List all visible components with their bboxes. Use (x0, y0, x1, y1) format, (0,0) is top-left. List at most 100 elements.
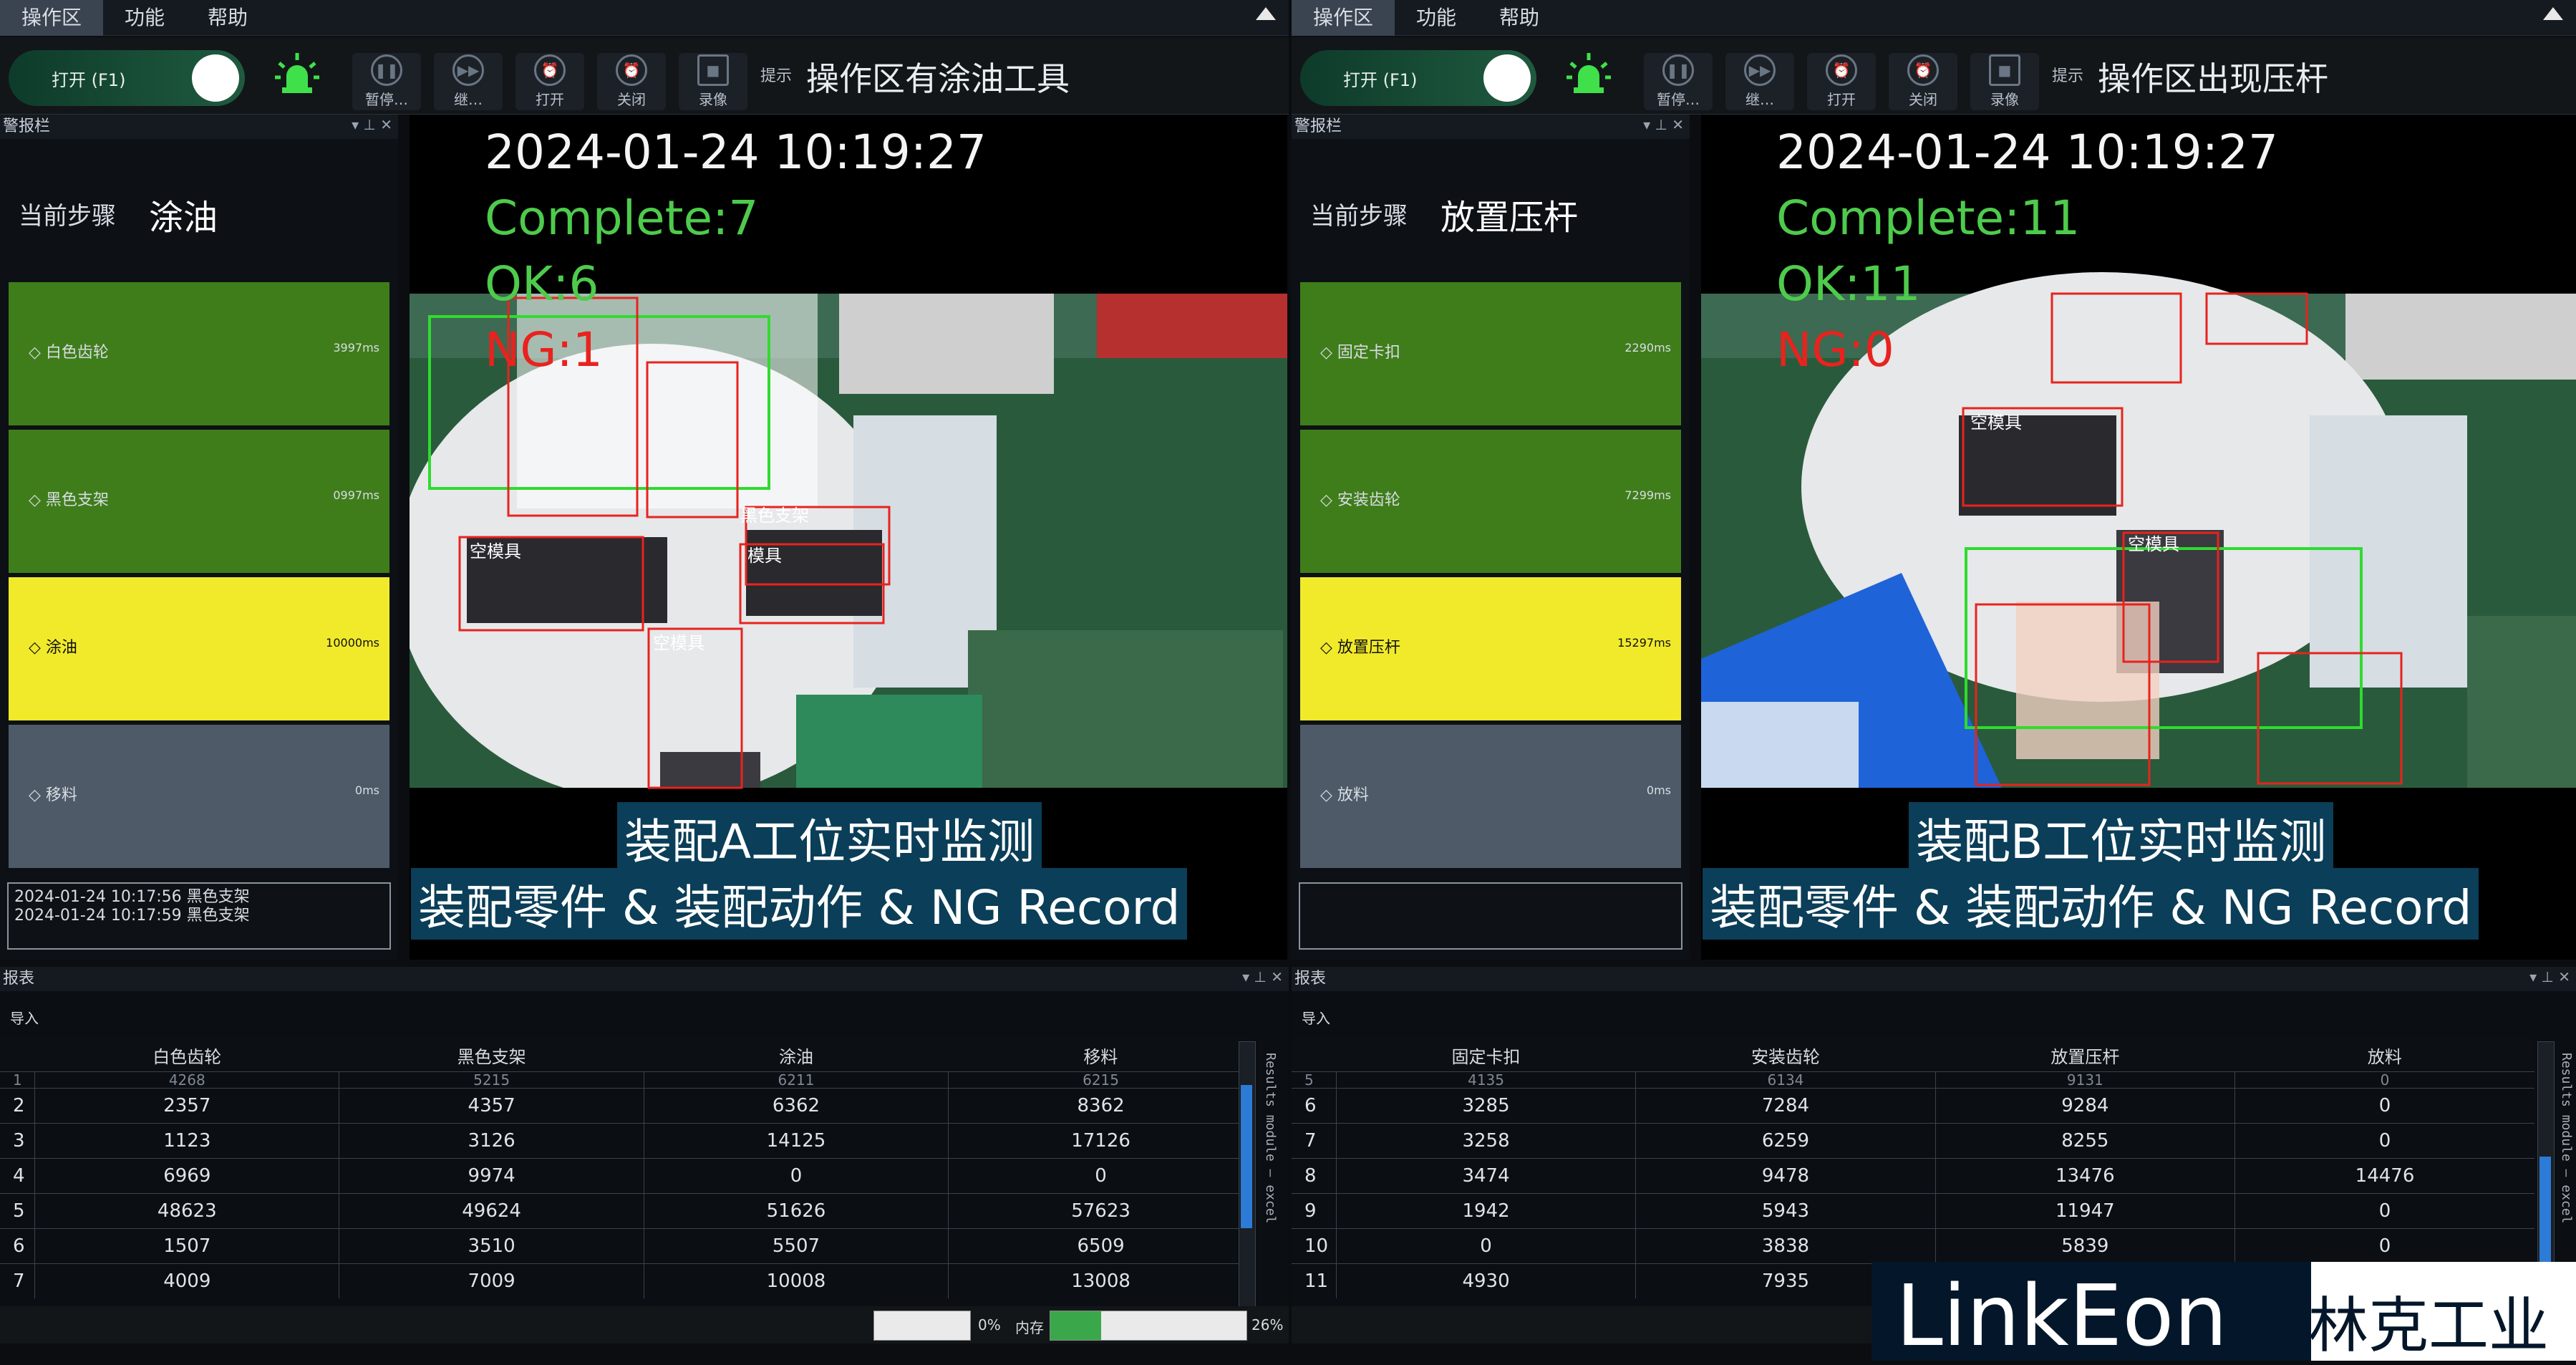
status-bar-a: 0% 内存 26% (0, 1306, 1289, 1344)
menu-function[interactable]: 功能 (103, 0, 186, 36)
table-row[interactable]: 2 2357 4357 6362 8362 (0, 1088, 1253, 1124)
detect-label: 空模具 (2128, 534, 2179, 554)
table-header: 固定卡扣 安装齿轮 放置压杆 放料 (1292, 1038, 2534, 1072)
scrollbar-thumb[interactable] (1241, 1085, 1252, 1228)
overlay-timestamp: 2024-01-24 10:19:27 (1776, 125, 2278, 180)
step-time: 10000ms (326, 636, 379, 650)
table-row[interactable]: 8 3474 9478 13476 14476 (1292, 1158, 2534, 1194)
ng-log[interactable]: 2024-01-24 10:17:56 黑色支架 2024-01-24 10:1… (7, 882, 391, 950)
report-controls[interactable]: ▾ ⊥ ✕ (1242, 968, 1283, 985)
step-name: ◇ 放料 (1320, 786, 1369, 804)
overlay-ok: OK:11 (1776, 256, 1921, 312)
table-row[interactable]: 4 6969 9974 0 0 (0, 1158, 1253, 1194)
step-row: ◇ 黑色支架 0997ms (9, 430, 389, 573)
table-row[interactable]: 6 3285 7284 9284 0 (1292, 1088, 2534, 1124)
step-name: ◇ 黑色支架 (29, 491, 109, 509)
step-name: ◇ 放置压杆 (1320, 639, 1400, 657)
table-row[interactable]: 6 1507 3510 5507 6509 (0, 1228, 1253, 1264)
close-alarm-button[interactable]: ⏰ 关闭 (597, 53, 666, 110)
table-row[interactable]: 5 48623 49624 51626 57623 (0, 1193, 1253, 1229)
alarm-light-icon (1567, 53, 1611, 93)
open-toggle[interactable]: 打开 (F1) (9, 50, 245, 106)
alarm-panel: 警报栏 ▾ ⊥ ✕ 当前步骤 涂油 ◇ 白色齿轮 3997ms ◇ 黑色支架 0… (0, 115, 398, 960)
tips-label: 提示 (760, 67, 793, 85)
menu-help[interactable]: 帮助 (186, 0, 269, 36)
step-name: ◇ 固定卡扣 (1320, 344, 1400, 362)
alarm-panel-controls[interactable]: ▾ ⊥ ✕ (1643, 116, 1684, 133)
current-step-label: 当前步骤 (1310, 202, 1408, 231)
step-row: ◇ 放料 0ms (1300, 725, 1681, 868)
table-row[interactable]: 3 1123 3126 14125 17126 (0, 1123, 1253, 1159)
overlay-ng: NG:1 (485, 322, 603, 377)
table-row[interactable]: 10 0 3838 5839 0 (1292, 1228, 2534, 1264)
fast-forward-icon: ▶▶ (1744, 54, 1776, 86)
detect-label: 模具 (747, 546, 782, 566)
alarm-panel-title: 警报栏 (1292, 115, 1690, 139)
step-row-active: ◇ 放置压杆 15297ms (1300, 577, 1681, 720)
fast-forward-icon: ▶▶ (452, 54, 484, 86)
menu-operation[interactable]: 操作区 (0, 0, 104, 36)
results-module-label: Results module — excel (1263, 1053, 1278, 1224)
logo-text-en: LinkEon (1896, 1266, 2228, 1365)
import-button[interactable]: 导入 (1302, 1007, 1330, 1028)
ng-log[interactable] (1299, 882, 1682, 950)
collapse-up-icon[interactable] (2543, 7, 2563, 20)
continue-button[interactable]: ▶▶ 继… (1725, 53, 1794, 110)
column-header: 安装齿轮 (1635, 1038, 1936, 1072)
toggle-knob[interactable] (1483, 54, 1531, 102)
memory-percent: 26% (1251, 1316, 1284, 1333)
tips-text: 操作区有涂油工具 (806, 59, 1070, 98)
close-alarm-button[interactable]: ⏰ 关闭 (1889, 53, 1957, 110)
open-alarm-button[interactable]: ⏰ 打开 (515, 53, 584, 110)
panel-a: 操作区 功能 帮助 打开 (F1) ❚❚ 暂停… ▶▶ 继… ⏰ 打开 ⏰ 关闭 ■ 录像… (0, 0, 1289, 1361)
alarm-panel-controls[interactable]: ▾ ⊥ ✕ (352, 116, 392, 133)
alarm-light-icon (275, 53, 319, 93)
record-button[interactable]: ■ 录像 (679, 53, 747, 110)
column-header: 放置压杆 (1935, 1038, 2235, 1072)
menubar-a: 操作区 功能 帮助 (0, 0, 1289, 36)
results-table: 固定卡扣 安装齿轮 放置压杆 放料 5 4135 6134 9131 0 6 32… (1292, 1038, 2534, 1298)
toggle-knob[interactable] (192, 54, 239, 102)
table-row-partial[interactable]: 5 4135 6134 9131 0 (1292, 1071, 2534, 1089)
detect-label: 黑色支架 (740, 506, 809, 526)
tips-label: 提示 (2052, 67, 2084, 85)
alarm-on-icon: ⏰ (1826, 54, 1857, 86)
collapse-up-icon[interactable] (1256, 7, 1276, 20)
menu-operation[interactable]: 操作区 (1292, 0, 1395, 36)
cpu-bar (873, 1311, 971, 1341)
results-table: 白色齿轮 黑色支架 涂油 移料 1 4268 5215 6211 6215 22… (0, 1038, 1253, 1298)
detect-label: 空模具 (653, 633, 704, 653)
report-panel-a: 报表 ▾ ⊥ ✕ 导入 白色齿轮 黑色支架 涂油 移料 1 4268 5215 … (0, 967, 1289, 1318)
current-step-value: 涂油 (149, 198, 218, 238)
table-scrollbar[interactable] (1239, 1041, 1256, 1308)
open-alarm-button[interactable]: ⏰ 打开 (1807, 53, 1876, 110)
open-toggle[interactable]: 打开 (F1) (1300, 50, 1536, 106)
continue-button[interactable]: ▶▶ 继… (434, 53, 503, 110)
table-row[interactable]: 7 3258 6259 8255 0 (1292, 1123, 2534, 1159)
record-button[interactable]: ■ 录像 (1970, 53, 2039, 110)
menu-help[interactable]: 帮助 (1478, 0, 1561, 36)
camera-icon: ■ (697, 54, 729, 86)
menu-function[interactable]: 功能 (1395, 0, 1478, 36)
menubar-b: 操作区 功能 帮助 (1292, 0, 2576, 36)
column-header: 白色齿轮 (34, 1038, 339, 1072)
logo-text-cn: 林克工业 (2308, 1291, 2549, 1361)
memory-bar (1050, 1311, 1247, 1341)
camera-icon: ■ (1989, 54, 2020, 86)
alarm-off-icon: ⏰ (616, 54, 647, 86)
alarm-on-icon: ⏰ (534, 54, 566, 86)
table-row[interactable]: 9 1942 5943 11947 0 (1292, 1193, 2534, 1229)
step-time: 0ms (354, 783, 379, 797)
step-time: 2290ms (1624, 341, 1671, 354)
log-entry: 2024-01-24 10:17:59 黑色支架 (14, 907, 250, 925)
table-row[interactable]: 7 4009 7009 10008 13008 (0, 1263, 1253, 1298)
pause-button[interactable]: ❚❚ 暂停… (1644, 53, 1713, 110)
table-row-partial[interactable]: 1 4268 5215 6211 6215 (0, 1071, 1253, 1089)
overlay-complete: Complete:7 (485, 190, 759, 246)
report-controls[interactable]: ▾ ⊥ ✕ (2529, 968, 2570, 985)
pause-button[interactable]: ❚❚ 暂停… (352, 53, 421, 110)
caption-subtitle: 装配零件 & 装配动作 & NG Record (1703, 868, 2479, 940)
alarm-panel-title: 警报栏 (0, 115, 398, 139)
import-button[interactable]: 导入 (10, 1007, 39, 1028)
overlay-timestamp: 2024-01-24 10:19:27 (485, 125, 987, 180)
